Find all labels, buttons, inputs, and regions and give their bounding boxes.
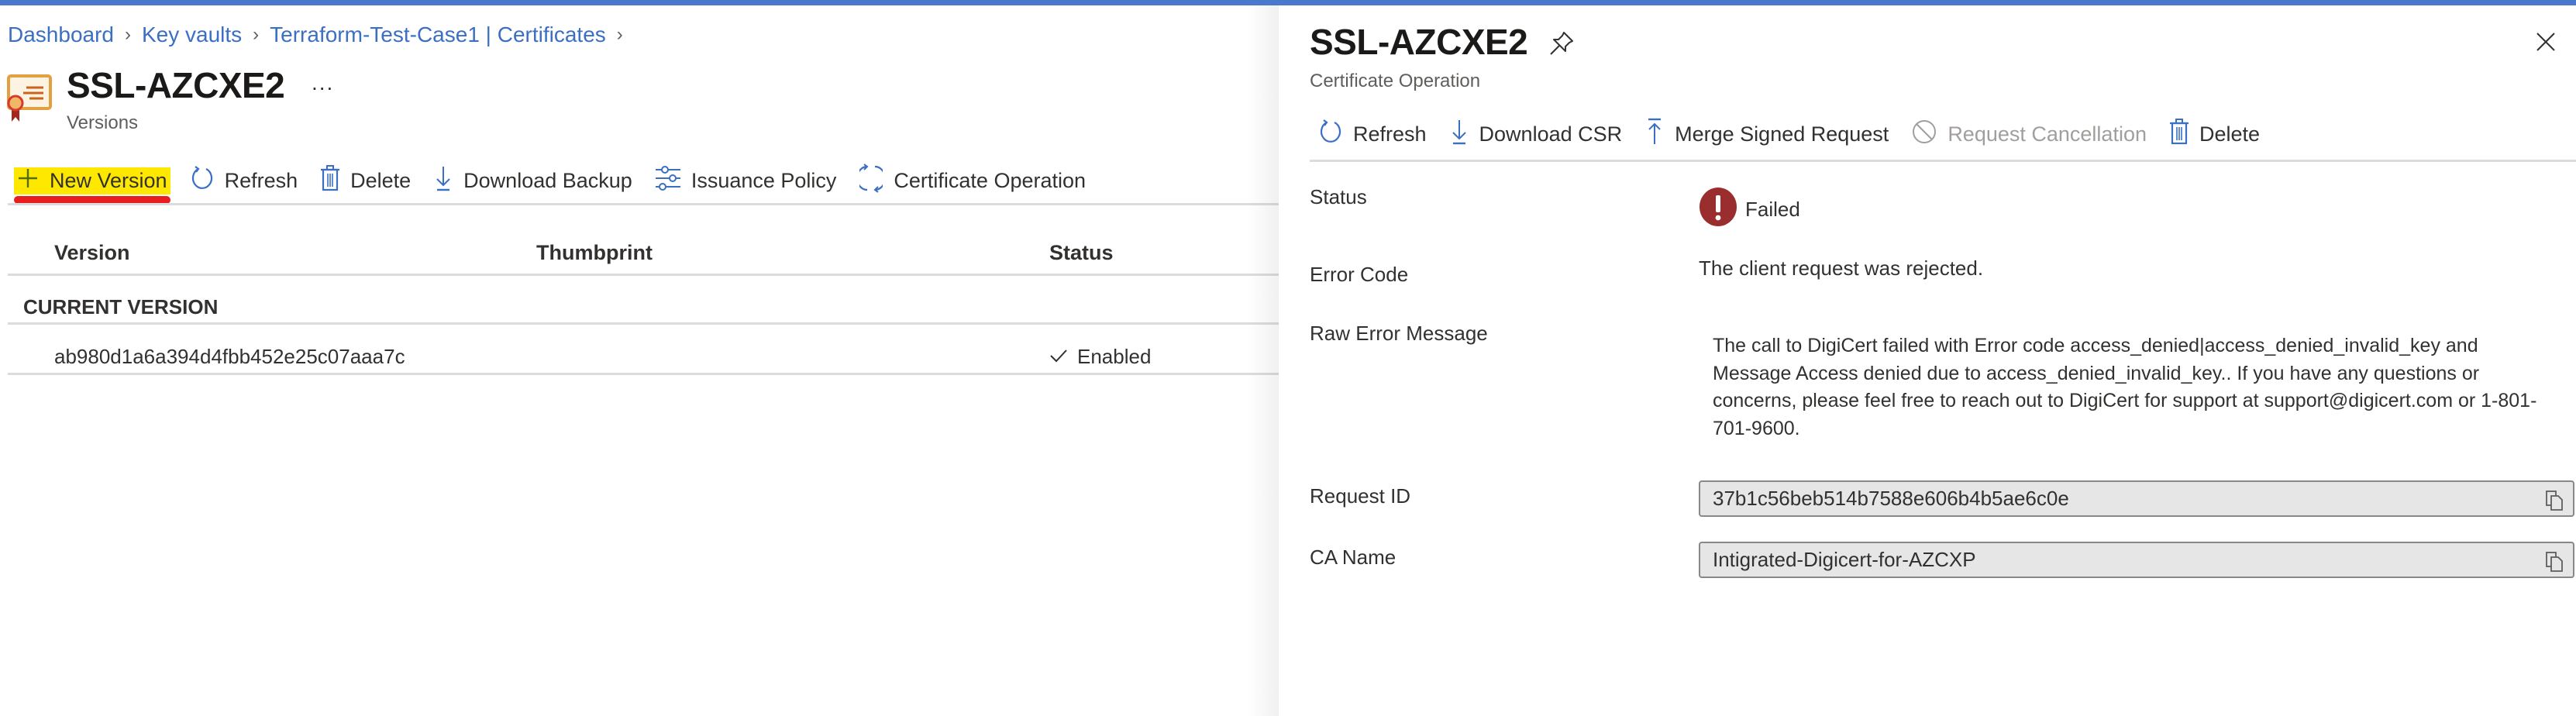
- trash-icon: [2169, 118, 2199, 150]
- sync-icon: [856, 163, 894, 198]
- panel-refresh-button[interactable]: Refresh: [1319, 119, 1427, 150]
- toolbar-divider: [8, 203, 1279, 205]
- error-icon: [1699, 187, 1745, 232]
- portal-top-bar: [0, 0, 2576, 5]
- close-icon[interactable]: [2536, 32, 2556, 56]
- ca-name-value: Intigrated-Digicert-for-AZCXP: [1713, 548, 1976, 571]
- panel-title: SSL-AZCXE2: [1310, 22, 1528, 62]
- header-divider: [8, 274, 1279, 276]
- delete-button[interactable]: Delete: [321, 164, 412, 197]
- upload-icon: [1645, 118, 1675, 151]
- certificate-operation-panel: SSL-AZCXE2 Certificate Operation Refresh…: [1279, 5, 2576, 716]
- error-code-value: The client request was rejected.: [1699, 256, 1984, 280]
- version-id-cell[interactable]: ab980d1a6a394d4fbb452e25c07aaa7c: [54, 345, 405, 369]
- status-label: Status: [1310, 185, 1367, 208]
- merge-signed-request-label: Merge Signed Request: [1675, 122, 1889, 146]
- chevron-right-icon: ›: [616, 24, 623, 45]
- trash-icon: [321, 164, 350, 197]
- column-header-status[interactable]: Status: [1049, 241, 1114, 265]
- panel-refresh-label: Refresh: [1353, 122, 1427, 146]
- certificate-operation-label: Certificate Operation: [894, 168, 1087, 192]
- download-csr-label: Download CSR: [1479, 122, 1623, 146]
- download-icon: [434, 165, 463, 197]
- download-csr-button[interactable]: Download CSR: [1450, 119, 1623, 150]
- panel-toolbar-divider: [1310, 160, 2576, 162]
- sliders-icon: [655, 165, 691, 197]
- copy-icon[interactable]: [2545, 551, 2564, 578]
- panel-toolbar: Refresh Download CSR Merge Signed Reques…: [1319, 111, 2283, 157]
- status-cell: Enabled: [1049, 345, 1151, 369]
- ca-name-label: CA Name: [1310, 546, 1396, 569]
- panel-shadow: [1248, 5, 1279, 716]
- refresh-label: Refresh: [224, 168, 298, 192]
- panel-delete-button[interactable]: Delete: [2169, 118, 2261, 150]
- cancel-icon: [1912, 119, 1947, 150]
- request-id-field[interactable]: 37b1c56beb514b7588e606b4b5ae6c0e: [1699, 480, 2574, 517]
- refresh-button[interactable]: Refresh: [191, 165, 298, 197]
- copy-icon[interactable]: [2545, 490, 2564, 517]
- error-code-label: Error Code: [1310, 263, 1409, 286]
- download-backup-label: Download Backup: [463, 168, 632, 192]
- raw-error-label: Raw Error Message: [1310, 322, 1488, 345]
- new-version-label: New Version: [50, 168, 167, 192]
- checkmark-icon: [1049, 345, 1077, 369]
- group-label-current-version: CURRENT VERSION: [23, 295, 219, 318]
- certificate-icon: [6, 74, 53, 128]
- chevron-right-icon: ›: [124, 24, 131, 45]
- breadcrumb-certificates[interactable]: Terraform-Test-Case1 | Certificates: [270, 22, 606, 47]
- more-options-button[interactable]: ...: [312, 71, 334, 95]
- versions-toolbar: New Version Refresh Delete Download Back…: [14, 157, 1109, 204]
- delete-label: Delete: [350, 168, 412, 192]
- issuance-policy-button[interactable]: Issuance Policy: [655, 165, 837, 197]
- breadcrumb-key-vaults[interactable]: Key vaults: [142, 22, 242, 47]
- panel-delete-label: Delete: [2199, 122, 2261, 146]
- status-value: Enabled: [1077, 345, 1152, 368]
- group-divider: [8, 322, 1279, 325]
- column-header-thumbprint[interactable]: Thumbprint: [536, 241, 653, 265]
- status-value: Failed: [1699, 187, 1800, 232]
- download-icon: [1450, 119, 1479, 150]
- request-id-label: Request ID: [1310, 484, 1411, 508]
- column-header-version[interactable]: Version: [54, 241, 130, 265]
- refresh-icon: [1319, 119, 1353, 150]
- breadcrumb-dashboard[interactable]: Dashboard: [8, 22, 114, 47]
- panel-subtitle: Certificate Operation: [1310, 71, 1481, 91]
- raw-error-value: The call to DigiCert failed with Error c…: [1713, 335, 2537, 439]
- ca-name-field[interactable]: Intigrated-Digicert-for-AZCXP: [1699, 542, 2574, 578]
- status-failed-text: Failed: [1745, 198, 1800, 221]
- issuance-policy-label: Issuance Policy: [690, 168, 837, 192]
- download-backup-button[interactable]: Download Backup: [434, 165, 632, 197]
- request-cancellation-button[interactable]: Request Cancellation: [1912, 119, 2147, 150]
- refresh-icon: [191, 165, 225, 197]
- breadcrumb: Dashboard › Key vaults › Terraform-Test-…: [8, 22, 634, 47]
- page-title: SSL-AZCXE2: [67, 65, 285, 105]
- new-version-button[interactable]: New Version: [14, 167, 170, 204]
- pin-icon[interactable]: [1548, 30, 1575, 60]
- plus-icon: [17, 167, 50, 194]
- page-subtitle: Versions: [67, 112, 139, 133]
- row-divider: [8, 373, 1279, 375]
- versions-blade: Dashboard › Key vaults › Terraform-Test-…: [0, 5, 1279, 716]
- chevron-right-icon: ›: [253, 24, 260, 45]
- certificate-operation-button[interactable]: Certificate Operation: [856, 163, 1087, 198]
- merge-signed-request-button[interactable]: Merge Signed Request: [1645, 118, 1889, 151]
- request-id-value: 37b1c56beb514b7588e606b4b5ae6c0e: [1713, 487, 2069, 510]
- request-cancellation-label: Request Cancellation: [1947, 122, 2147, 146]
